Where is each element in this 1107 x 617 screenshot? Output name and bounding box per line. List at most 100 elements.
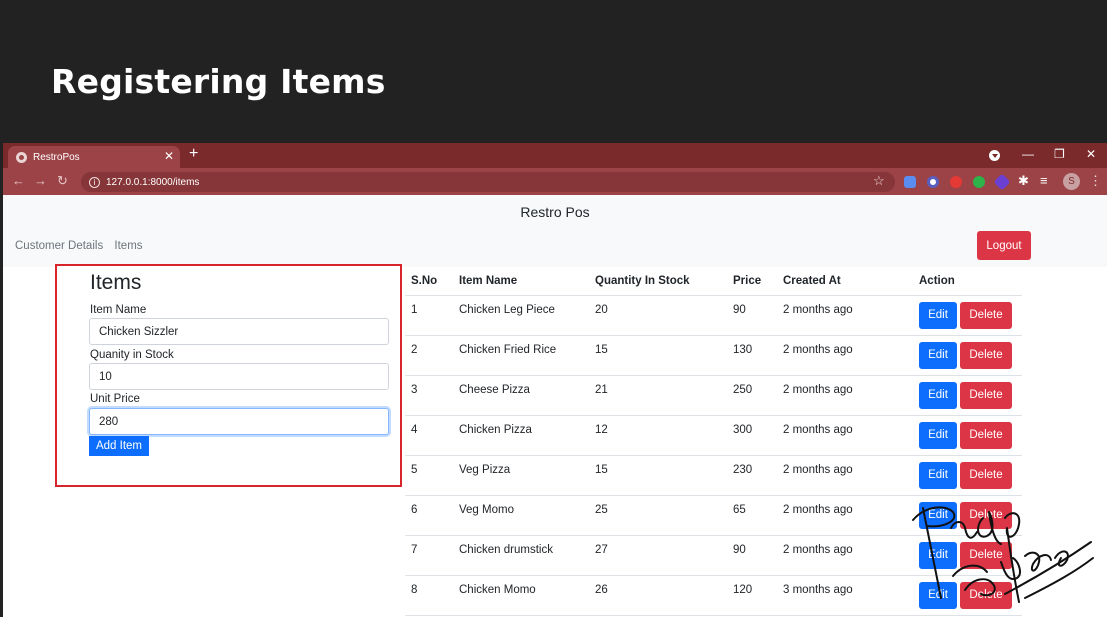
close-tab-icon[interactable]: ✕ [164, 149, 174, 163]
slide-title: Registering Items [51, 62, 386, 101]
delete-button[interactable]: Delete [960, 421, 1012, 449]
edit-button[interactable]: Edit [919, 381, 957, 409]
nav-links: Customer Details Items [15, 240, 151, 252]
cell-actions: Edit Delete [913, 455, 1022, 496]
extension-icon[interactable] [993, 173, 1011, 191]
address-bar[interactable]: i 127.0.0.1:8000/items [81, 172, 895, 192]
cell-price: 65 [727, 495, 777, 536]
site-info-icon[interactable]: i [89, 176, 100, 188]
item-name-input[interactable]: Chicken Sizzler [89, 318, 389, 345]
logout-button[interactable]: Logout [977, 231, 1031, 260]
window-close-icon[interactable]: ✕ [1086, 147, 1096, 161]
url-text: 127.0.0.1:8000/items [106, 176, 200, 188]
cell-price: 120 [727, 575, 777, 616]
add-item-button[interactable]: Add Item [89, 436, 149, 456]
extension-icon[interactable] [927, 176, 939, 188]
add-item-form: Items Item Name Chicken Sizzler Quanity … [55, 264, 402, 487]
cell-actions: Edit Delete [913, 375, 1022, 416]
reload-icon[interactable]: ↻ [57, 173, 68, 189]
back-icon[interactable]: ← [12, 173, 25, 188]
cell-price: 90 [727, 535, 777, 576]
tab-title: RestroPos [33, 151, 80, 163]
nav-items[interactable]: Items [114, 240, 142, 252]
cell-created-at: 2 months ago [777, 415, 913, 456]
cell-item-name: Veg Pizza [453, 455, 589, 496]
delete-button[interactable]: Delete [960, 341, 1012, 369]
quantity-input[interactable]: 10 [89, 363, 389, 390]
edit-button[interactable]: Edit [919, 421, 957, 449]
cell-quantity: 12 [589, 415, 727, 456]
menu-kebab-icon[interactable]: ⋮ [1089, 173, 1102, 189]
nav-customer-details[interactable]: Customer Details [15, 240, 103, 252]
tab-search-icon[interactable] [989, 150, 1000, 161]
col-price: Price [727, 267, 777, 296]
restore-icon[interactable]: ❐ [1054, 147, 1065, 161]
app-brand[interactable]: Restro Pos [3, 204, 1107, 220]
extension-icon[interactable] [904, 176, 916, 188]
cell-created-at: 2 months ago [777, 455, 913, 496]
col-action: Action [913, 267, 1022, 296]
cell-created-at: 2 months ago [777, 495, 913, 536]
col-sno: S.No [405, 267, 453, 296]
delete-button[interactable]: Delete [960, 381, 1012, 409]
table-row: 2 Chicken Fried Rice 15 130 2 months ago Edit… [405, 335, 1022, 376]
edit-button[interactable]: Edit [919, 461, 957, 489]
cell-actions: Edit Delete [913, 335, 1022, 376]
tab-bar: RestroPos ✕ + — ❐ ✕ [3, 143, 1107, 168]
favicon-icon [16, 151, 27, 163]
cell-created-at: 2 months ago [777, 535, 913, 576]
cell-price: 130 [727, 335, 777, 376]
cell-item-name: Cheese Pizza [453, 375, 589, 416]
app-navbar: Restro Pos Customer Details Items Logout [3, 195, 1107, 267]
cell-item-name: Chicken drumstick [453, 535, 589, 576]
delete-button[interactable]: Delete [960, 461, 1012, 489]
puzzle-extensions-icon[interactable]: ✱ [1018, 173, 1029, 189]
cell-price: 250 [727, 375, 777, 416]
browser-tab[interactable]: RestroPos ✕ [8, 146, 180, 168]
browser-toolbar: ← → ↻ i 127.0.0.1:8000/items ☆ ✱ ≡ S ⋮ [3, 168, 1107, 195]
delete-button[interactable]: Delete [960, 301, 1012, 329]
reading-list-icon[interactable]: ≡ [1040, 173, 1048, 188]
cell-sno: 8 [405, 575, 453, 616]
forward-icon[interactable]: → [34, 173, 47, 188]
cell-actions: Edit Delete [913, 415, 1022, 456]
cell-sno: 2 [405, 335, 453, 376]
cell-item-name: Chicken Pizza [453, 415, 589, 456]
cell-created-at: 2 months ago [777, 295, 913, 336]
cell-sno: 5 [405, 455, 453, 496]
table-row: 4 Chicken Pizza 12 300 2 months ago Edit Delet… [405, 415, 1022, 456]
edit-button[interactable]: Edit [919, 301, 957, 329]
profile-avatar[interactable]: S [1063, 173, 1080, 190]
cell-quantity: 26 [589, 575, 727, 616]
extension-icon[interactable] [950, 176, 962, 188]
table-row: 5 Veg Pizza 15 230 2 months ago Edit Delete [405, 455, 1022, 496]
edit-button[interactable]: Edit [919, 341, 957, 369]
quantity-label: Quanity in Stock [90, 349, 174, 361]
cell-sno: 4 [405, 415, 453, 456]
col-created-at: Created At [777, 267, 913, 296]
cell-sno: 3 [405, 375, 453, 416]
table-header-row: S.No Item Name Quantity In Stock Price C… [405, 267, 1022, 296]
new-tab-icon[interactable]: + [189, 145, 198, 163]
cell-price: 300 [727, 415, 777, 456]
item-name-label: Item Name [90, 304, 147, 316]
form-title: Items [90, 271, 142, 294]
cell-created-at: 3 months ago [777, 575, 913, 616]
unit-price-input[interactable]: 280 [89, 408, 389, 435]
cell-actions: Edit Delete [913, 295, 1022, 336]
cell-sno: 7 [405, 535, 453, 576]
minimize-icon[interactable]: — [1022, 147, 1034, 161]
cell-created-at: 2 months ago [777, 375, 913, 416]
cell-created-at: 2 months ago [777, 335, 913, 376]
col-item-name: Item Name [453, 267, 589, 296]
table-row: 3 Cheese Pizza 21 250 2 months ago Edit Delete [405, 375, 1022, 416]
extension-icon[interactable] [973, 176, 985, 188]
cell-price: 230 [727, 455, 777, 496]
unit-price-label: Unit Price [90, 393, 140, 405]
table-row: 1 Chicken Leg Piece 20 90 2 months ago Edit De… [405, 295, 1022, 336]
cell-sno: 6 [405, 495, 453, 536]
cell-quantity: 21 [589, 375, 727, 416]
cell-sno: 1 [405, 295, 453, 336]
bookmark-star-icon[interactable]: ☆ [873, 173, 885, 189]
cell-quantity: 15 [589, 455, 727, 496]
